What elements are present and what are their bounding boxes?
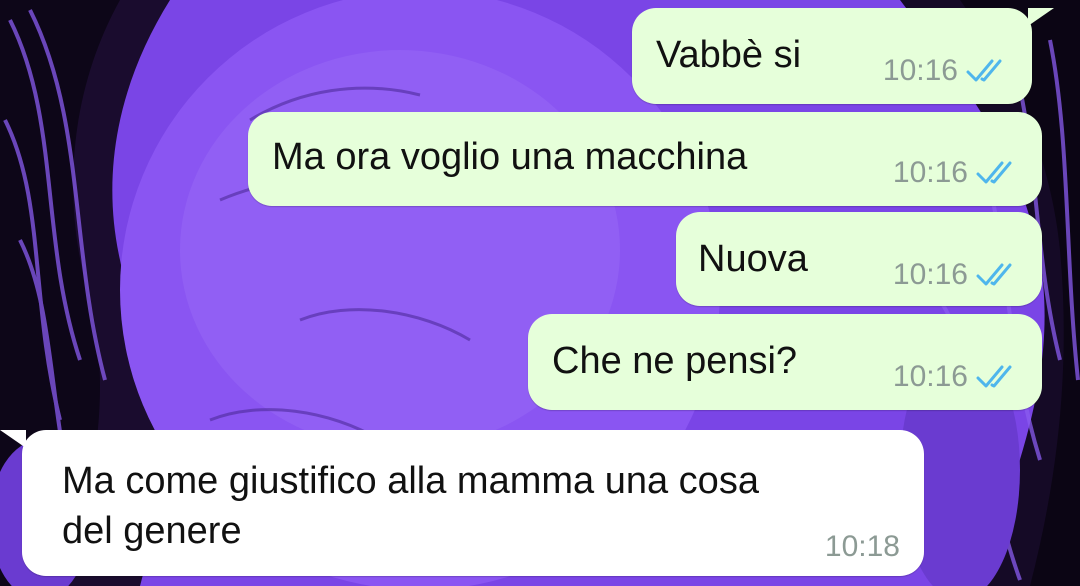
bubble-tail <box>0 430 26 448</box>
message-meta: 10:16 <box>883 54 1012 88</box>
message-meta: 10:18 <box>825 530 900 564</box>
outgoing-message-bubble[interactable]: Vabbè si 10:16 <box>632 8 1054 104</box>
message-list[interactable]: Vabbè si 10:16 Ma ora voglio una macchin… <box>0 0 1080 586</box>
message-time: 10:16 <box>892 360 968 393</box>
message-meta: 10:16 <box>893 360 1022 394</box>
message-time: 10:16 <box>892 156 968 189</box>
message-text: Che ne pensi? <box>552 340 798 382</box>
message-text: Vabbè si <box>656 34 802 76</box>
bubble-tail <box>1028 8 1054 26</box>
message-time: 10:16 <box>882 54 958 87</box>
incoming-message-bubble[interactable]: Ma come giustifico alla mamma una cosa d… <box>0 430 924 576</box>
outgoing-message-bubble[interactable]: Ma ora voglio una macchina 10:16 <box>248 112 1042 206</box>
message-line: del genere <box>62 510 242 552</box>
double-check-read-icon <box>976 263 1012 286</box>
double-check-read-icon <box>976 365 1012 388</box>
outgoing-message-bubble[interactable]: Nuova 10:16 <box>676 212 1042 306</box>
double-check-read-icon <box>976 161 1012 184</box>
outgoing-message-bubble[interactable]: Che ne pensi? 10:16 <box>528 314 1042 410</box>
message-meta: 10:16 <box>893 156 1022 190</box>
message-time: 10:18 <box>824 530 900 563</box>
message-text: Ma come giustifico alla mamma una cosa d… <box>62 456 902 556</box>
message-time: 10:16 <box>892 258 968 291</box>
message-meta: 10:16 <box>893 258 1022 292</box>
double-check-read-icon <box>966 59 1002 82</box>
message-line: Ma come giustifico alla mamma una cosa <box>62 460 759 502</box>
message-text: Nuova <box>698 238 808 280</box>
message-text: Ma ora voglio una macchina <box>272 136 748 178</box>
